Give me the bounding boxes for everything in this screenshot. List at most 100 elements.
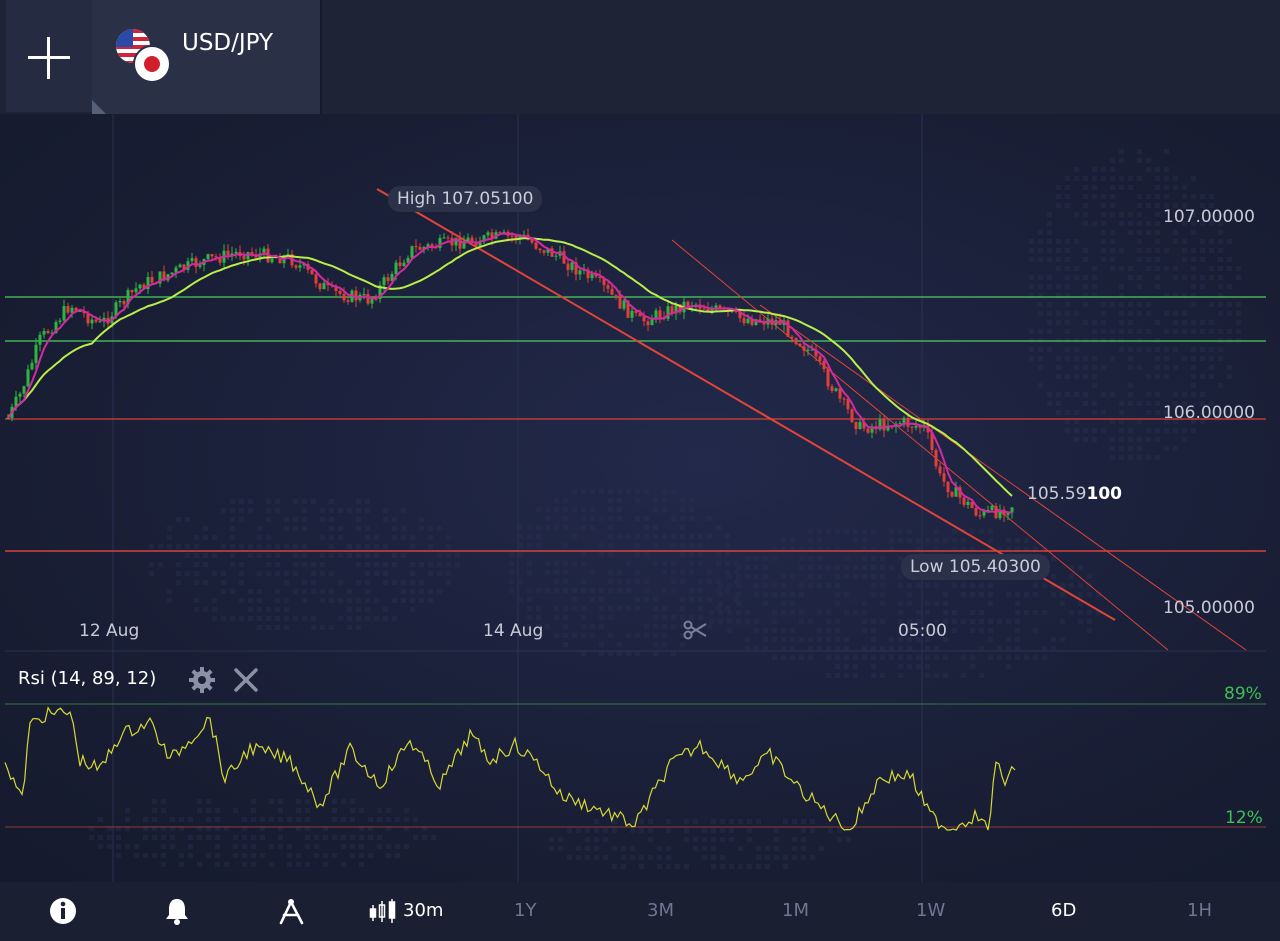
map-dot [1015,610,1020,615]
map-dot [898,529,903,534]
map-dot [527,615,532,620]
map-dot [1074,419,1079,424]
candlestick-type-icon[interactable] [368,896,402,926]
map-dot [152,799,157,804]
timeframe-1m[interactable]: 1M [782,900,809,921]
map-dot [844,529,849,534]
map-dot [284,580,289,585]
map-dot [783,819,788,824]
candle-body [30,362,34,370]
map-dot [725,588,730,593]
map-dot [365,562,370,567]
map-dot [368,817,373,822]
map-dot [952,529,957,534]
candle-body [946,481,950,493]
map-dot [680,615,685,620]
map-dot [356,580,361,585]
map-dot [1038,248,1043,253]
candle-body [338,291,342,294]
timeframe-1h[interactable]: 1H [1187,900,1212,921]
map-dot [1110,392,1115,397]
map-dot [347,625,352,630]
map-dot [1101,320,1106,325]
map-dot [554,570,559,575]
map-dot [1087,610,1092,615]
map-dot [251,817,256,822]
map-dot [653,624,658,629]
map-dot [248,544,253,549]
candle-body [914,425,918,428]
map-dot [1155,401,1160,406]
map-dot [720,819,725,824]
map-dot [952,628,957,633]
info-icon[interactable] [48,896,78,926]
map-dot [1119,266,1124,271]
map-dot [808,619,813,624]
map-dot [684,819,689,824]
map-dot [1146,347,1151,352]
map-dot [961,592,966,597]
map-dot [374,544,379,549]
map-dot [1128,437,1133,442]
map-dot [1146,455,1151,460]
map-dot [1083,356,1088,361]
map-dot [997,655,1002,660]
map-dot [323,835,328,840]
map-dot [1128,428,1133,433]
bell-icon[interactable] [162,896,192,926]
map-dot [296,862,301,867]
map-dot [1137,203,1142,208]
map-dot [338,526,343,531]
map-dot [871,592,876,597]
timeframe-1y[interactable]: 1Y [514,900,536,921]
map-dot [1164,329,1169,334]
map-dot [590,507,595,512]
map-dot [810,828,815,833]
price-chart[interactable] [0,0,1280,882]
timeframe-1w[interactable]: 1W [916,900,945,921]
map-dot [1137,158,1142,163]
map-dot [662,489,667,494]
map-dot [302,616,307,621]
map-dot [332,817,337,822]
map-dot [635,606,640,611]
map-dot [738,846,743,851]
map-dot [907,583,912,588]
map-dot [880,565,885,570]
map-dot [368,853,373,858]
timeframe-6d[interactable]: 6D [1051,900,1076,921]
map-dot [302,517,307,522]
close-icon[interactable] [232,666,260,694]
rsi-upper-level: 89% [1224,684,1262,704]
drawing-tool-icon[interactable] [276,896,306,926]
map-dot [880,646,885,651]
map-dot [284,544,289,549]
timeframe-3m[interactable]: 3M [647,900,674,921]
map-dot [194,553,199,558]
map-dot [383,562,388,567]
map-dot [545,525,550,530]
map-dot [671,588,676,593]
map-dot [680,516,685,521]
map-dot [581,588,586,593]
map-dot [1101,410,1106,415]
map-dot [1191,230,1196,235]
map-dot [644,633,649,638]
map-dot [707,579,712,584]
candle-body [606,285,610,289]
chart-interval-button[interactable]: 30m [403,900,443,921]
map-dot [116,853,121,858]
map-dot [350,835,355,840]
map-dot [594,846,599,851]
map-dot [689,552,694,557]
map-dot [680,579,685,584]
map-dot [1155,275,1160,280]
map-dot [350,799,355,804]
map-dot [350,817,355,822]
map-dot [266,535,271,540]
gear-icon[interactable] [188,666,216,694]
map-dot [377,808,382,813]
map-dot [711,837,716,842]
map-dot [269,799,274,804]
map-dot [347,553,352,558]
